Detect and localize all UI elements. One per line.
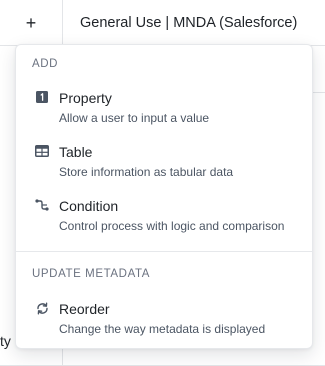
section-label-add: ADD — [32, 58, 59, 70]
add-dropdown-menu: ADD Property Allow a user to input a val… — [15, 44, 313, 349]
menu-item-description: Allow a user to input a value — [59, 111, 210, 125]
add-button[interactable]: + — [14, 8, 48, 38]
cell-text: ty — [0, 333, 11, 349]
menu-divider — [16, 251, 312, 252]
page: + General Use | MNDA (Salesforce) ty ADD… — [0, 0, 325, 366]
property-icon — [35, 90, 49, 104]
menu-item-description: Control process with logic and compariso… — [59, 219, 285, 233]
menu-item-title: Condition — [59, 198, 119, 214]
menu-item-property[interactable]: Property Allow a user to input a value — [16, 85, 312, 131]
condition-icon — [35, 198, 49, 212]
menu-item-description: Change the way metadata is displayed — [59, 322, 266, 336]
reorder-icon — [35, 301, 49, 315]
menu-item-title: Property — [59, 90, 112, 106]
menu-item-description: Store information as tabular data — [59, 165, 234, 179]
column-header[interactable]: General Use | MNDA (Salesforce) — [80, 15, 297, 31]
menu-item-table[interactable]: Table Store information as tabular data — [16, 139, 312, 185]
menu-item-reorder[interactable]: Reorder Change the way metadata is displ… — [16, 296, 312, 342]
menu-item-title: Table — [59, 144, 93, 160]
table-icon — [35, 144, 49, 158]
menu-item-title: Reorder — [59, 301, 110, 317]
menu-item-condition[interactable]: Condition Control process with logic and… — [16, 193, 312, 239]
section-label-update-metadata: UPDATE METADATA — [32, 268, 151, 280]
